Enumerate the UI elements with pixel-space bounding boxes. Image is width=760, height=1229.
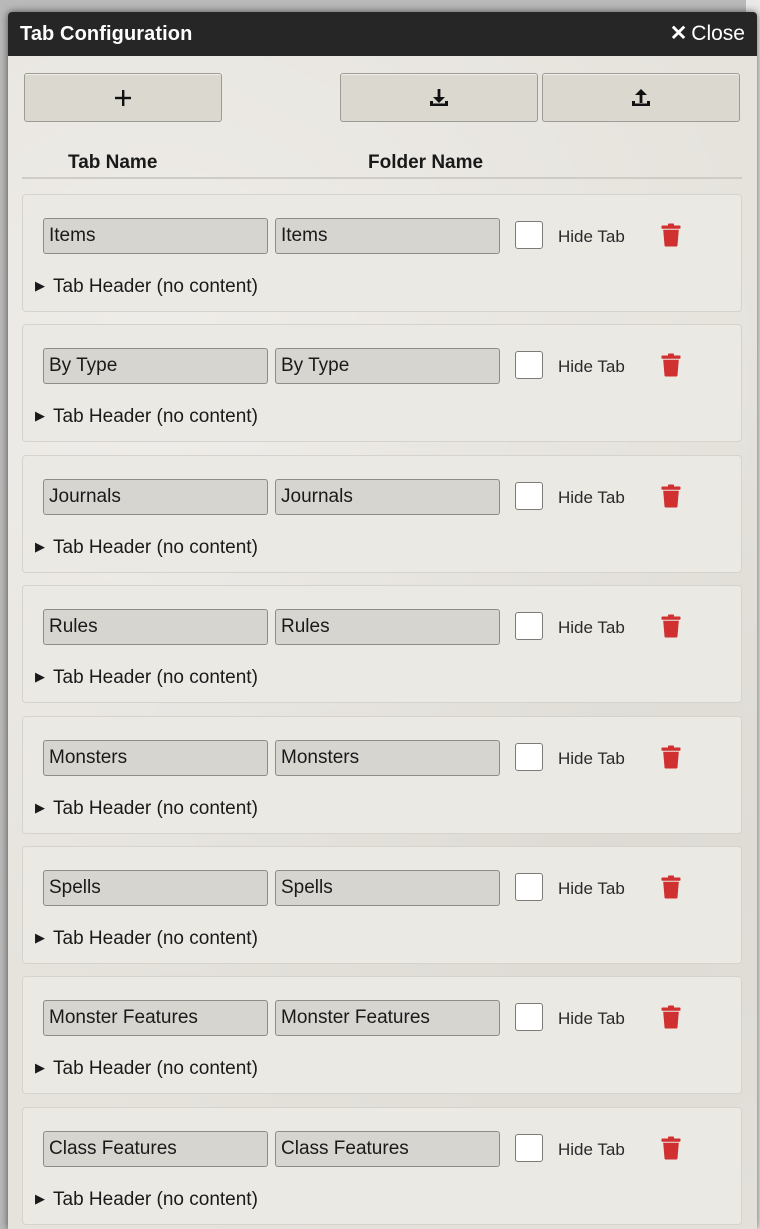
plus-icon [115,89,131,106]
tab-configuration-dialog: Tab Configuration ✕ Close Tab Name Folder… [8,12,757,1229]
tab-name-input[interactable] [43,609,268,645]
tab-row: Hide Tab ▶ Tab Header (no content) [22,976,742,1094]
tab-name-input[interactable] [43,348,268,384]
tab-header-disclosure[interactable]: ▶ Tab Header (no content) [35,928,258,950]
trash-icon[interactable] [660,875,682,899]
triangle-right-icon: ▶ [35,669,45,684]
import-button[interactable] [340,73,538,122]
triangle-right-icon: ▶ [35,1060,45,1075]
tab-header-summary: Tab Header (no content) [53,1058,258,1079]
tab-header-summary: Tab Header (no content) [53,667,258,688]
hide-tab-label: Hide Tab [558,1009,625,1028]
download-icon [430,88,448,106]
hide-tab-label: Hide Tab [558,227,625,246]
folder-name-input[interactable] [275,1131,500,1167]
tab-header-disclosure[interactable]: ▶ Tab Header (no content) [35,1189,258,1211]
tab-name-input[interactable] [43,1131,268,1167]
folder-name-input[interactable] [275,870,500,906]
folder-name-input[interactable] [275,1000,500,1036]
tab-header-disclosure[interactable]: ▶ Tab Header (no content) [35,537,258,559]
hide-tab-checkbox[interactable] [515,221,543,249]
tab-name-input[interactable] [43,870,268,906]
hide-tab-checkbox[interactable] [515,743,543,771]
close-icon: ✕ [669,22,688,45]
hide-tab-label: Hide Tab [558,879,625,898]
tab-row: Hide Tab ▶ Tab Header (no content) [22,585,742,703]
tab-row: Hide Tab ▶ Tab Header (no content) [22,194,742,312]
folder-name-input[interactable] [275,218,500,254]
trash-icon[interactable] [660,1005,682,1029]
tab-header-summary: Tab Header (no content) [53,406,258,427]
trash-icon[interactable] [660,1136,682,1160]
tab-row: Hide Tab ▶ Tab Header (no content) [22,324,742,442]
tab-name-column-header: Tab Name [68,152,158,173]
tab-row: Hide Tab ▶ Tab Header (no content) [22,1107,742,1225]
trash-icon[interactable] [660,353,682,377]
hide-tab-label: Hide Tab [558,1140,625,1159]
tab-header-summary: Tab Header (no content) [53,1189,258,1210]
folder-name-column-header: Folder Name [368,152,484,173]
tab-header-disclosure[interactable]: ▶ Tab Header (no content) [35,406,258,428]
triangle-right-icon: ▶ [35,539,45,554]
tab-name-input[interactable] [43,479,268,515]
tab-header-disclosure[interactable]: ▶ Tab Header (no content) [35,798,258,820]
trash-icon[interactable] [660,614,682,638]
tab-header-disclosure[interactable]: ▶ Tab Header (no content) [35,276,258,298]
header-divider [22,177,742,179]
hide-tab-label: Hide Tab [558,749,625,768]
hide-tab-checkbox[interactable] [515,873,543,901]
triangle-right-icon: ▶ [35,278,45,293]
tab-header-disclosure[interactable]: ▶ Tab Header (no content) [35,667,258,689]
hide-tab-checkbox[interactable] [515,612,543,640]
export-button[interactable] [542,73,740,122]
triangle-right-icon: ▶ [35,930,45,945]
triangle-right-icon: ▶ [35,408,45,423]
folder-name-input[interactable] [275,609,500,645]
hide-tab-label: Hide Tab [558,488,625,507]
hide-tab-checkbox[interactable] [515,1003,543,1031]
tab-header-disclosure[interactable]: ▶ Tab Header (no content) [35,1058,258,1080]
tab-header-summary: Tab Header (no content) [53,276,258,297]
close-label: Close [691,22,745,45]
tab-header-summary: Tab Header (no content) [53,798,258,819]
triangle-right-icon: ▶ [35,1191,45,1206]
dialog-titlebar[interactable]: Tab Configuration ✕ Close [8,12,757,56]
hide-tab-label: Hide Tab [558,357,625,376]
dialog-title: Tab Configuration [20,23,193,45]
trash-icon[interactable] [660,223,682,247]
folder-name-input[interactable] [275,479,500,515]
tab-row: Hide Tab ▶ Tab Header (no content) [22,716,742,834]
tab-row: Hide Tab ▶ Tab Header (no content) [22,846,742,964]
close-button[interactable]: ✕ Close [670,21,745,46]
tab-header-summary: Tab Header (no content) [53,537,258,558]
hide-tab-checkbox[interactable] [515,482,543,510]
tab-header-summary: Tab Header (no content) [53,928,258,949]
trash-icon[interactable] [660,484,682,508]
trash-icon[interactable] [660,745,682,769]
tab-row: Hide Tab ▶ Tab Header (no content) [22,455,742,573]
upload-icon [632,88,650,106]
hide-tab-checkbox[interactable] [515,1134,543,1162]
triangle-right-icon: ▶ [35,800,45,815]
add-tab-button[interactable] [24,73,222,122]
tab-name-input[interactable] [43,1000,268,1036]
tab-name-input[interactable] [43,218,268,254]
folder-name-input[interactable] [275,740,500,776]
hide-tab-label: Hide Tab [558,618,625,637]
hide-tab-checkbox[interactable] [515,351,543,379]
folder-name-input[interactable] [275,348,500,384]
tab-name-input[interactable] [43,740,268,776]
